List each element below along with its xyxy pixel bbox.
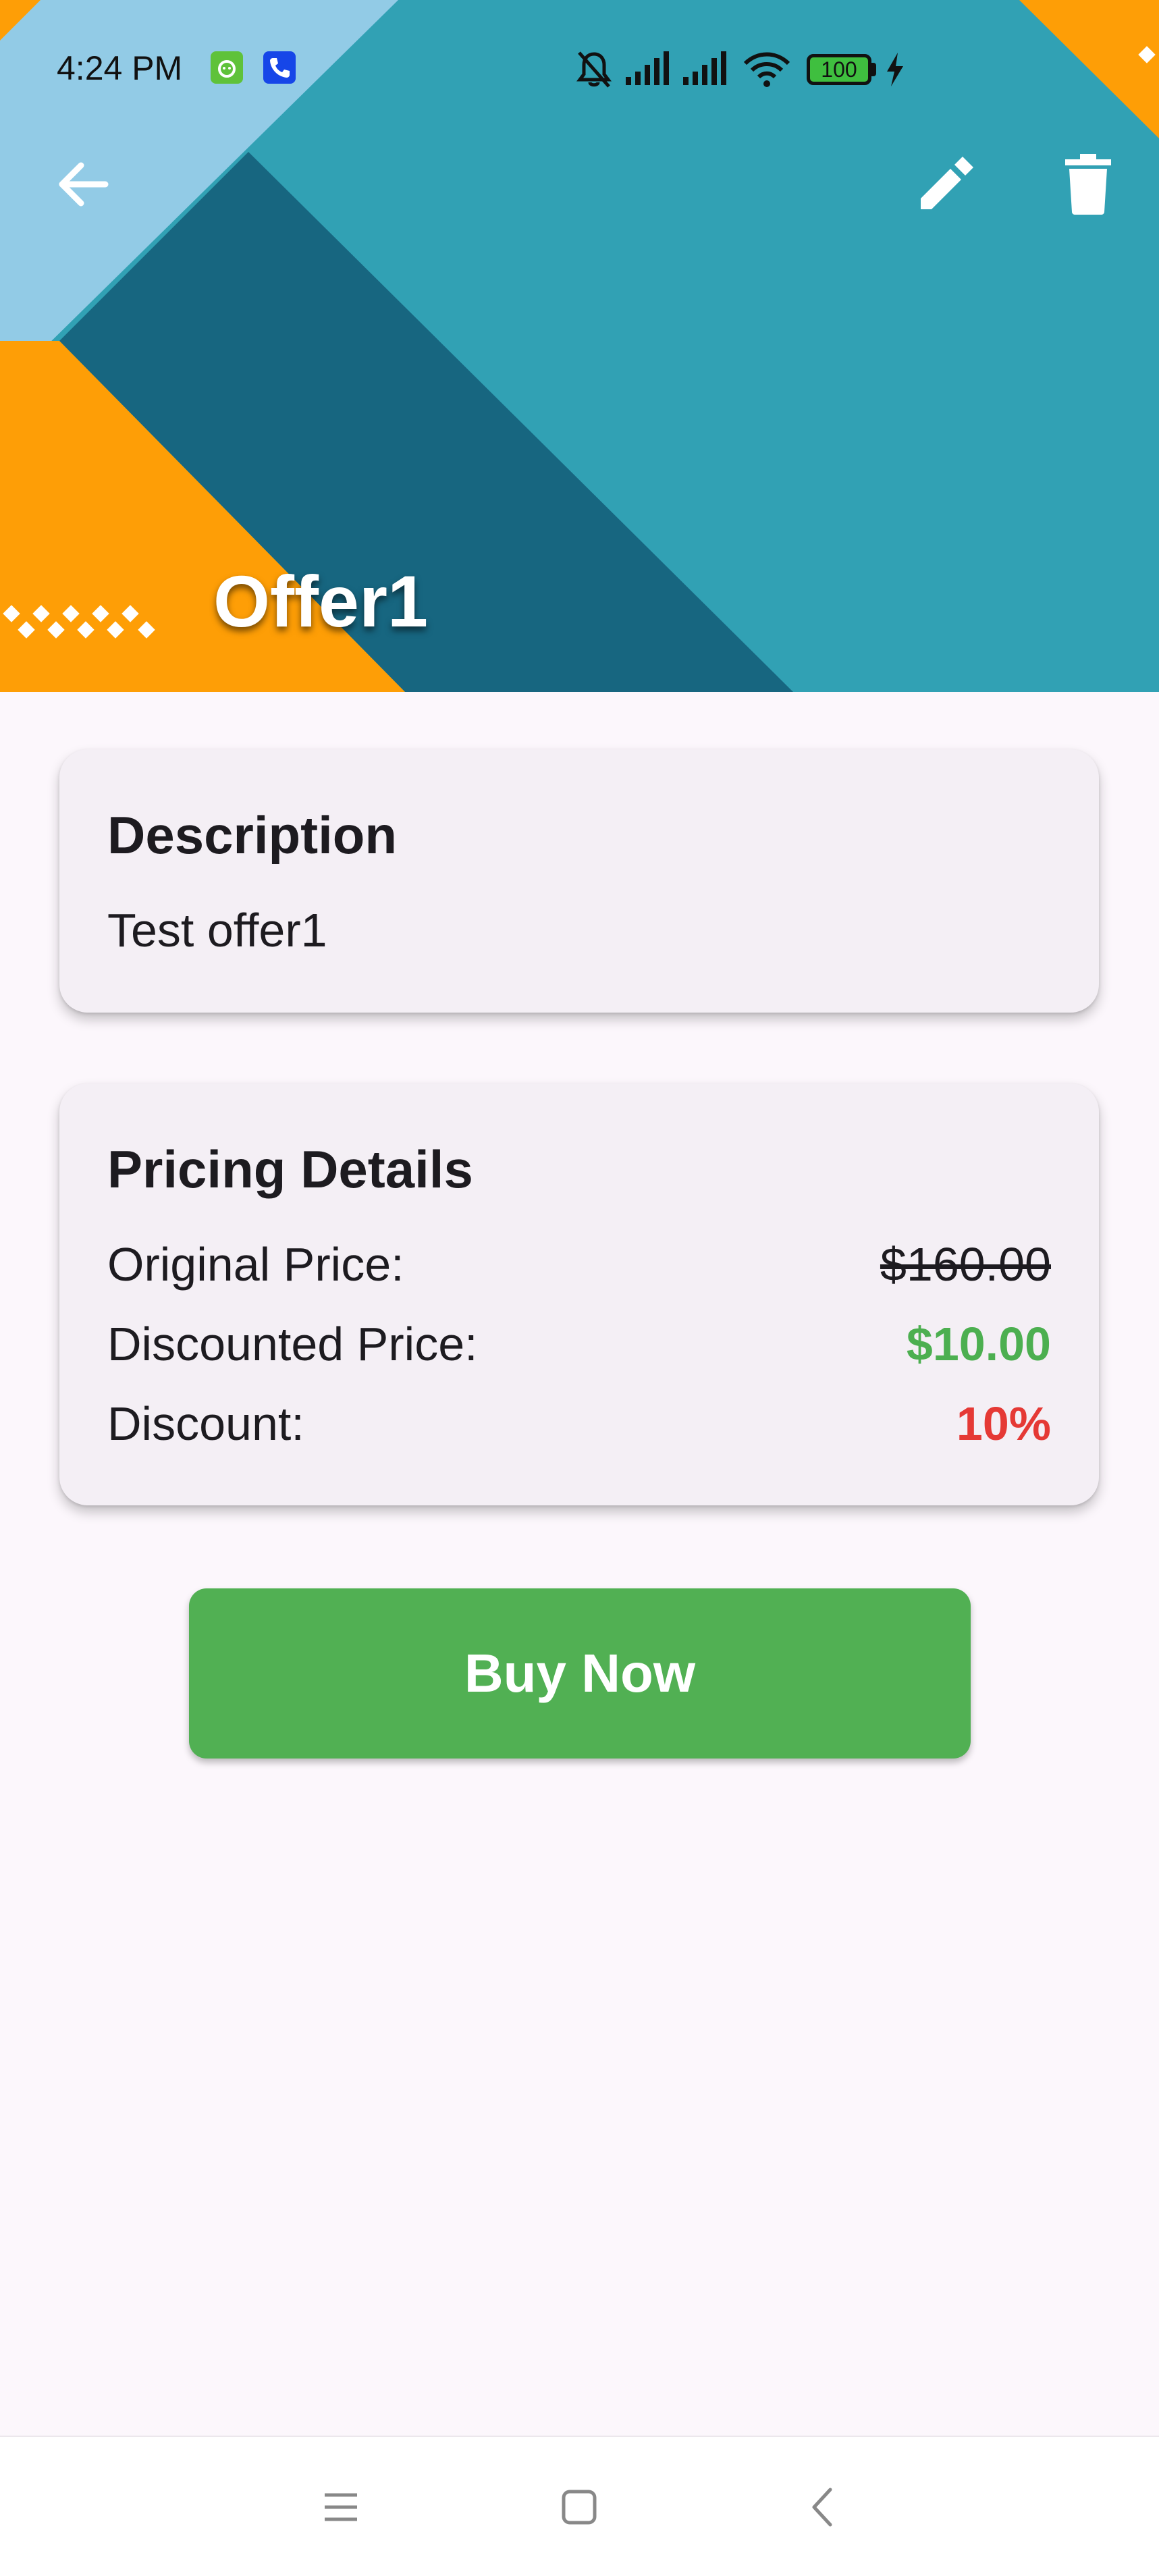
- menu-icon: [325, 2493, 357, 2521]
- trash-icon: [1065, 154, 1111, 215]
- offer-detail-screen: 4:24 PM 100 Offer1 Description Test offe…: [0, 0, 1159, 2576]
- description-title: Description: [107, 805, 398, 865]
- pencil-icon: [921, 157, 973, 209]
- battery-tip: [871, 63, 876, 76]
- charging-icon: [887, 53, 903, 86]
- nav-menu-button[interactable]: [273, 2437, 408, 2576]
- back-chevron-icon: [812, 2488, 832, 2527]
- pricing-card: Pricing Details Original Price: $160.00 …: [59, 1083, 1099, 1505]
- original-price-value: $160.00: [880, 1238, 1051, 1291]
- wifi-icon: [743, 52, 790, 87]
- battery-level: 100: [821, 57, 857, 82]
- buy-now-label: Buy Now: [464, 1643, 696, 1703]
- status-time: 4:24 PM: [57, 49, 183, 87]
- description-text: Test offer1: [107, 904, 327, 957]
- phone-app-icon: [263, 51, 296, 84]
- discounted-price-value: $10.00: [906, 1318, 1051, 1370]
- original-price-label: Original Price:: [107, 1238, 404, 1291]
- signal-icon: [683, 51, 726, 85]
- header-banner: 4:24 PM 100 Offer1: [0, 0, 1159, 692]
- system-nav-bar: [0, 2436, 1159, 2576]
- nav-back-button[interactable]: [755, 2437, 890, 2576]
- back-button[interactable]: [54, 155, 112, 213]
- description-card: Description Test offer1: [59, 749, 1099, 1013]
- signal-icon: [626, 51, 669, 85]
- buy-now-button[interactable]: Buy Now: [189, 1588, 971, 1759]
- app-notification-icon: [211, 51, 243, 84]
- home-icon: [562, 2490, 597, 2525]
- nav-home-button[interactable]: [512, 2437, 647, 2576]
- pricing-title: Pricing Details: [107, 1139, 473, 1199]
- arrow-back-icon: [59, 162, 109, 207]
- discount-label: Discount:: [107, 1397, 304, 1450]
- offer-title: Offer1: [213, 560, 429, 642]
- status-bar: 4:24 PM 100: [0, 0, 1159, 138]
- edit-button[interactable]: [915, 154, 976, 215]
- battery-icon: 100: [807, 54, 871, 85]
- bell-muted-icon: [576, 51, 612, 88]
- delete-button[interactable]: [1062, 154, 1114, 215]
- discounted-price-label: Discounted Price:: [107, 1318, 478, 1370]
- discount-value: 10%: [956, 1397, 1051, 1450]
